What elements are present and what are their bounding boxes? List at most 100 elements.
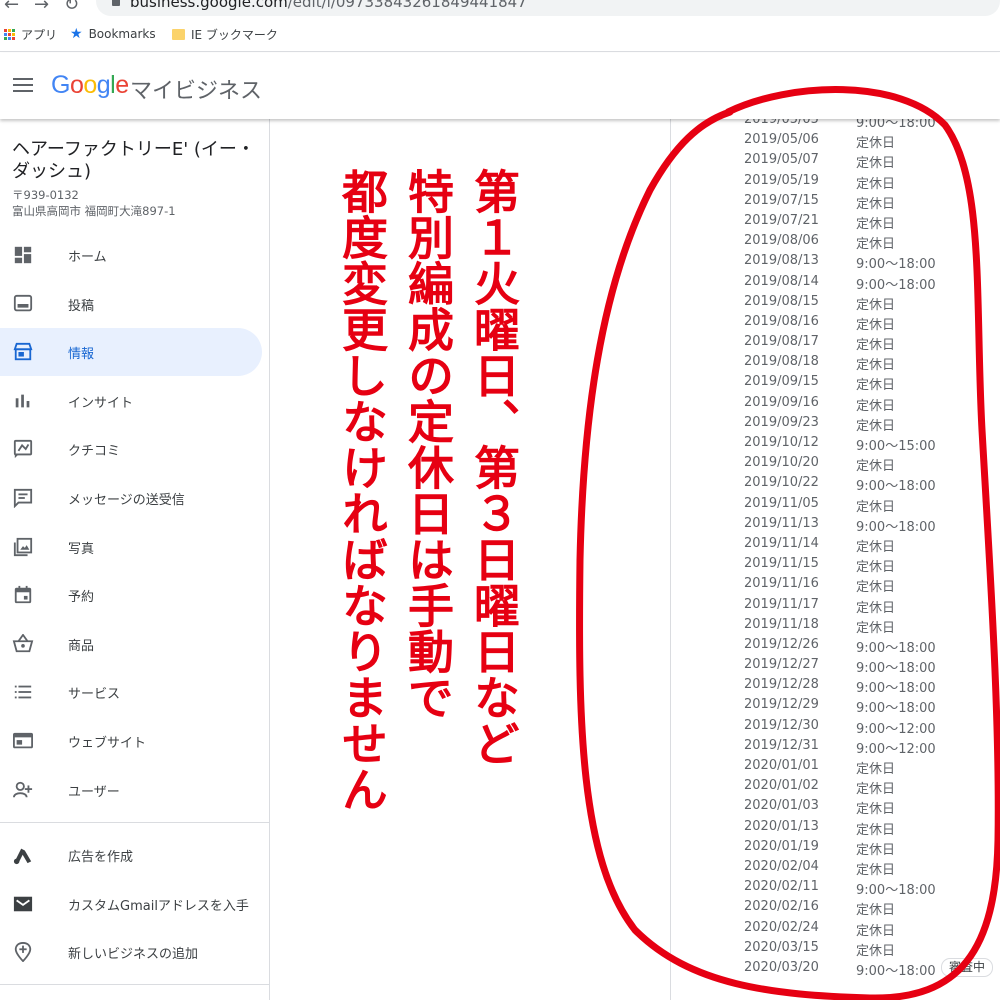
bookmark-bookmarks[interactable]: ★ Bookmarks xyxy=(70,26,156,42)
special-hours-row: 2019/10/22 9:00〜18:00 xyxy=(744,473,1000,494)
special-hours-value: 定休日 xyxy=(856,216,896,232)
logo-letter: o xyxy=(69,71,84,99)
sidebar-item-storefront[interactable]: 情報 xyxy=(0,328,262,377)
logo-letter: G xyxy=(51,71,70,99)
bookmark-apps[interactable]: アプリ xyxy=(4,26,57,43)
sidebar-item-dashboard[interactable]: ホーム xyxy=(0,231,262,279)
special-hours-value: 定休日 xyxy=(856,822,896,838)
special-hours-value: 定休日 xyxy=(856,620,896,636)
bookmark-ie[interactable]: IE ブックマーク xyxy=(172,26,278,43)
special-hours-date: 2020/01/01 xyxy=(744,758,819,773)
sidebar-item-gmail[interactable]: カスタムGmailアドレスを入手 xyxy=(0,880,262,928)
sidebar-item-calendar[interactable]: 予約 xyxy=(0,571,262,619)
special-hours-date: 2019/08/13 xyxy=(744,253,819,269)
sidebar: ヘアーファクトリーE' (イー・ダッシュ) 〒939-0132 富山県高岡市 福… xyxy=(0,119,270,1000)
special-hours-value: 定休日 xyxy=(856,762,896,777)
sidebar-item-post[interactable]: 投稿 xyxy=(0,280,262,328)
logo-letter: g xyxy=(96,71,111,99)
sidebar-item-bar-chart[interactable]: インサイト xyxy=(0,377,262,425)
sidebar-item-photo[interactable]: 写真 xyxy=(0,523,262,571)
menu-icon[interactable] xyxy=(13,78,33,94)
special-hours-value: 定休日 xyxy=(856,600,896,616)
special-hours-value: 9:00〜12:00 xyxy=(856,741,936,757)
special-hours-value: 定休日 xyxy=(856,297,896,313)
special-hours-date: 2019/08/06 xyxy=(744,233,819,249)
url-path: /edit/l/09733843261849441847 xyxy=(287,0,527,11)
special-hours-row: 2019/05/07 定休日 xyxy=(744,150,1000,172)
special-hours-row: 2019/10/12 9:00〜15:00 xyxy=(744,433,1000,454)
sidebar-item-add-user[interactable]: ユーザー xyxy=(0,766,262,814)
back-icon[interactable]: ← xyxy=(4,0,19,15)
postal-code: 〒939-0132 xyxy=(12,188,79,202)
special-hours-value: 9:00〜18:00 xyxy=(856,661,936,677)
special-hours-value: 定休日 xyxy=(856,539,896,555)
special-hours-row: 2019/11/05 定休日 xyxy=(744,494,1000,515)
apps-grid-icon xyxy=(4,29,15,40)
special-hours-date: 2019/08/14 xyxy=(744,273,819,289)
sidebar-item-message[interactable]: メッセージの送受信 xyxy=(0,474,262,522)
special-hours-row: 2019/08/18 定休日 xyxy=(744,352,1000,374)
special-hours-value: 9:00〜18:00 xyxy=(856,257,936,273)
forward-icon[interactable]: → xyxy=(34,0,49,15)
special-hours-row: 2019/12/27 9:00〜18:00 xyxy=(744,655,1000,677)
special-hours-value: 定休日 xyxy=(856,398,896,414)
special-hours-date: 2019/11/14 xyxy=(744,535,819,551)
business-name: ヘアーファクトリーE' (イー・ダッシュ) xyxy=(12,139,255,182)
annotation-column-2: 特別編成の定休日は手動で xyxy=(401,168,455,720)
special-hours-row: 2020/01/13 定休日 xyxy=(744,817,1000,838)
special-hours-value: 定休日 xyxy=(856,378,896,394)
reload-icon[interactable]: ↻ xyxy=(64,0,79,15)
special-hours-date: 2019/12/29 xyxy=(744,697,819,713)
special-hours-date: 2019/08/16 xyxy=(744,313,819,329)
sidebar-divider xyxy=(0,822,270,823)
sidebar-item-label: ユーザー xyxy=(68,784,120,800)
sidebar-item-label: ウェブサイト xyxy=(68,736,147,751)
special-hours-date: 2020/01/19 xyxy=(744,838,819,854)
sidebar-item-label: 新しいビジネスの追加 xyxy=(68,947,199,962)
special-hours-row: 2019/12/29 9:00〜18:00 xyxy=(744,695,1000,716)
bookmark-label: アプリ xyxy=(21,28,58,42)
special-hours-row: 2019/08/13 9:00〜18:00 xyxy=(744,251,1000,273)
special-hours-date: 2019/12/30 xyxy=(744,717,819,733)
special-hours-row: 2020/02/16 定休日 xyxy=(744,897,1000,918)
special-hours-value: 9:00〜18:00 xyxy=(856,640,936,656)
status-badge: 審査中 xyxy=(941,957,994,977)
special-hours-row: 2019/11/16 定休日 xyxy=(744,574,1000,595)
special-hours-value: 定休日 xyxy=(856,156,896,172)
special-hours-value: 9:00〜15:00 xyxy=(856,439,936,454)
sidebar-item-basket[interactable]: 商品 xyxy=(0,620,262,668)
special-hours-value: 定休日 xyxy=(856,560,896,576)
special-hours-date: 2019/09/15 xyxy=(744,374,819,390)
column-divider xyxy=(670,119,671,1000)
special-hours-date: 2019/08/15 xyxy=(744,293,819,309)
browser-toolbar: ← → ↻ business.google.com/edit/l/0973384… xyxy=(0,0,1000,18)
special-hours-row: 2020/01/01 定休日 xyxy=(744,756,1000,777)
sidebar-item-label: ホーム xyxy=(68,250,107,265)
special-hours-date: 2020/01/03 xyxy=(744,798,819,814)
logo-letter: e xyxy=(115,71,129,99)
address-bar-text[interactable]: business.google.com/edit/l/0973384326184… xyxy=(130,0,527,11)
special-hours-row: 2019/11/15 定休日 xyxy=(744,554,1000,576)
sidebar-item-add-location[interactable]: 新しいビジネスの追加 xyxy=(0,928,262,976)
special-hours-value: 定休日 xyxy=(856,358,896,374)
google-logo[interactable]: Google xyxy=(51,71,129,100)
sidebar-item-label: 予約 xyxy=(68,590,95,606)
special-hours-date: 2019/07/15 xyxy=(744,192,819,208)
special-hours-row: 2020/01/19 定休日 xyxy=(744,837,1000,858)
photo-icon xyxy=(13,537,33,556)
special-hours-date: 2020/01/02 xyxy=(744,778,819,794)
sidebar-item-google-ads[interactable]: 広告を作成 xyxy=(0,831,262,879)
special-hours-value: 9:00〜18:00 xyxy=(856,519,936,535)
bookmark-label: Bookmarks xyxy=(88,27,156,41)
special-hours-date: 2019/07/21 xyxy=(744,212,819,228)
special-hours-date: 2019/12/28 xyxy=(744,677,819,693)
special-hours-date: 2020/03/20 xyxy=(744,959,819,975)
sidebar-item-list[interactable]: サービス xyxy=(0,668,262,716)
sidebar-item-website[interactable]: ウェブサイト xyxy=(0,717,262,765)
sidebar-item-review[interactable]: クチコミ xyxy=(0,425,262,473)
special-hours-value: 定休日 xyxy=(856,862,896,878)
special-hours-row: 2019/12/31 9:00〜12:00 xyxy=(744,736,1000,757)
special-hours-row: 2019/08/16 定休日 xyxy=(744,312,1000,333)
special-hours-value: 定休日 xyxy=(856,782,896,798)
special-hours-value: 定休日 xyxy=(856,338,896,354)
